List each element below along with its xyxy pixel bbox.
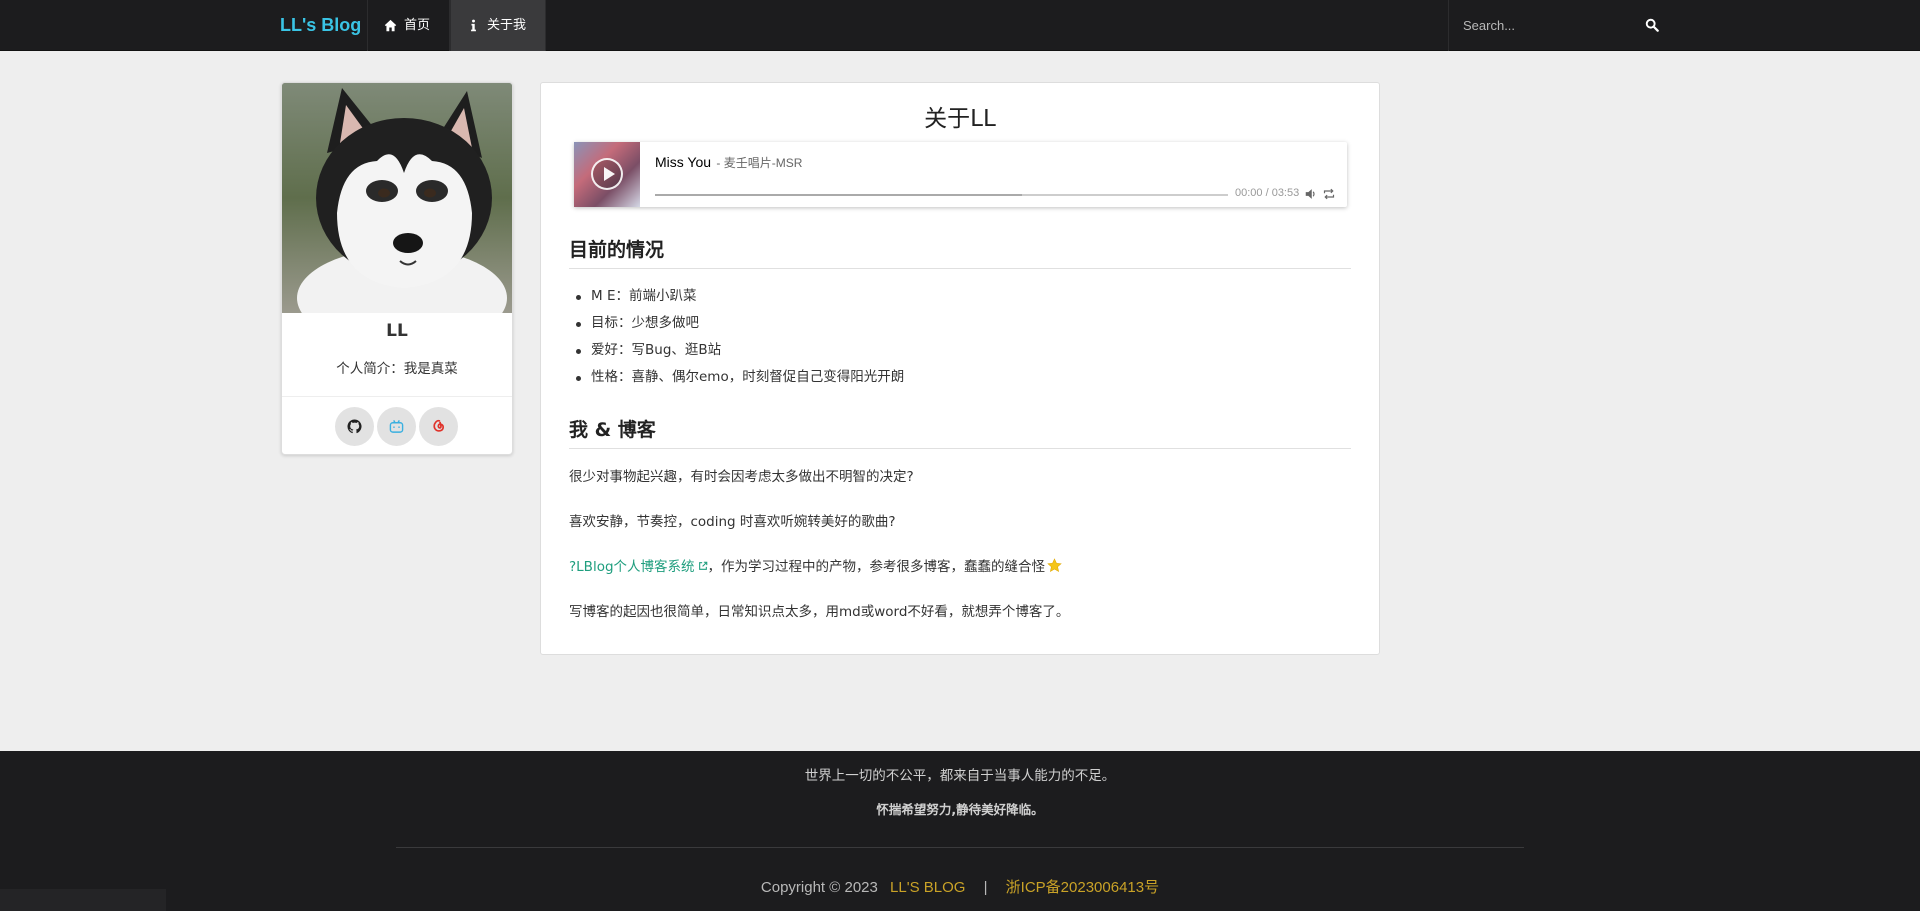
top-navbar: LL's Blog 首页 关于我 bbox=[0, 0, 1920, 51]
netease-music-icon bbox=[433, 419, 445, 432]
divider bbox=[282, 396, 512, 397]
nav-home-label: 首页 bbox=[404, 18, 431, 33]
footer-motto: 怀揣希望努力,静待美好降临。 bbox=[876, 802, 1044, 817]
home-icon bbox=[384, 19, 397, 32]
paragraph: 写博客的起因也很简单，日常知识点太多，用md或word不好看，就想弄个博客了。 bbox=[569, 604, 1070, 620]
list-item: 目标：少想多做吧 bbox=[575, 310, 904, 337]
progress-bar[interactable] bbox=[655, 194, 1228, 196]
nav-about[interactable]: 关于我 bbox=[450, 0, 546, 51]
list-item: 爱好：写Bug、逛B站 bbox=[575, 337, 904, 364]
album-cover bbox=[574, 142, 640, 207]
bilibili-link[interactable] bbox=[377, 407, 416, 446]
search-input[interactable] bbox=[1463, 15, 1623, 35]
site-link[interactable]: LL'S BLOG bbox=[890, 879, 965, 896]
list-item: 性格：喜静、偶尔emo，时刻督促自己变得阳光开朗 bbox=[575, 364, 904, 391]
article-title: 关于LL bbox=[924, 106, 996, 132]
footer-divider: | bbox=[983, 879, 988, 896]
volume-icon[interactable] bbox=[1305, 188, 1317, 200]
song-title: Miss You bbox=[655, 154, 712, 170]
netease-music-link[interactable] bbox=[419, 407, 458, 446]
song-artist: - 麦壬唱片-MSR bbox=[713, 156, 803, 170]
profile-card: LL 个人简介：我是真菜 bbox=[281, 82, 513, 455]
about-article: 关于LL Miss You - 麦壬唱片-MSR 00:00 / 03:53 目… bbox=[540, 82, 1380, 655]
section-heading-blog: 我 & 博客 bbox=[569, 415, 1351, 449]
time-display: 00:00 / 03:53 bbox=[1235, 187, 1300, 199]
external-link-icon bbox=[698, 561, 707, 570]
section-heading-status: 目前的情况 bbox=[569, 235, 1351, 269]
bilibili-icon bbox=[389, 420, 404, 433]
star-icon bbox=[1047, 558, 1062, 572]
copyright-text: Copyright © 2023 bbox=[760, 879, 878, 896]
corner-bar bbox=[0, 889, 166, 911]
search-box bbox=[1448, 0, 1670, 51]
progress-loaded bbox=[655, 194, 1022, 196]
profile-bio: 个人简介：我是真菜 bbox=[336, 361, 458, 377]
footer-copyright: Copyright © 2023 LL'S BLOG | 浙ICP备202300… bbox=[0, 876, 1920, 897]
search-icon bbox=[1645, 18, 1659, 32]
lblog-link-text: ?LBlog个人博客系统 bbox=[569, 559, 695, 575]
list-item: M E：前端小趴菜 bbox=[575, 283, 904, 310]
nav-home[interactable]: 首页 bbox=[367, 0, 450, 51]
play-icon[interactable] bbox=[591, 158, 623, 190]
icp-link[interactable]: 浙ICP备2023006413号 bbox=[1006, 879, 1159, 896]
search-button[interactable] bbox=[1645, 17, 1659, 32]
lblog-link[interactable]: ?LBlog个人博客系统 bbox=[569, 559, 708, 575]
footer: 世界上一切的不公平，都来自于当事人能力的不足。 怀揣希望努力,静待美好降临。 C… bbox=[0, 751, 1920, 911]
paragraph-text: ，作为学习过程中的产物，参考很多博客，蠢蠢的缝合怪 bbox=[707, 559, 1046, 575]
info-icon bbox=[471, 19, 476, 32]
status-list: M E：前端小趴菜 目标：少想多做吧 爱好：写Bug、逛B站 性格：喜静、偶尔e… bbox=[575, 283, 904, 391]
github-icon bbox=[347, 419, 362, 434]
profile-name: LL bbox=[386, 321, 408, 341]
nav-about-label: 关于我 bbox=[487, 18, 527, 33]
paragraph: ?LBlog个人博客系统 ，作为学习过程中的产物，参考很多博客，蠢蠢的缝合怪 bbox=[569, 555, 1062, 575]
loop-icon[interactable] bbox=[1323, 188, 1335, 200]
brand-logo[interactable]: LL's Blog bbox=[280, 0, 361, 51]
divider bbox=[396, 847, 1524, 848]
avatar bbox=[282, 83, 512, 313]
music-player: Miss You - 麦壬唱片-MSR 00:00 / 03:53 bbox=[574, 142, 1347, 207]
paragraph: 喜欢安静，节奏控，coding 时喜欢听婉转美好的歌曲? bbox=[569, 514, 896, 530]
github-link[interactable] bbox=[335, 407, 374, 446]
footer-quote: 世界上一切的不公平，都来自于当事人能力的不足。 bbox=[804, 768, 1116, 784]
song-info: Miss You - 麦壬唱片-MSR bbox=[655, 154, 802, 171]
paragraph: 很少对事物起兴趣，有时会因考虑太多做出不明智的决定? bbox=[569, 469, 914, 485]
